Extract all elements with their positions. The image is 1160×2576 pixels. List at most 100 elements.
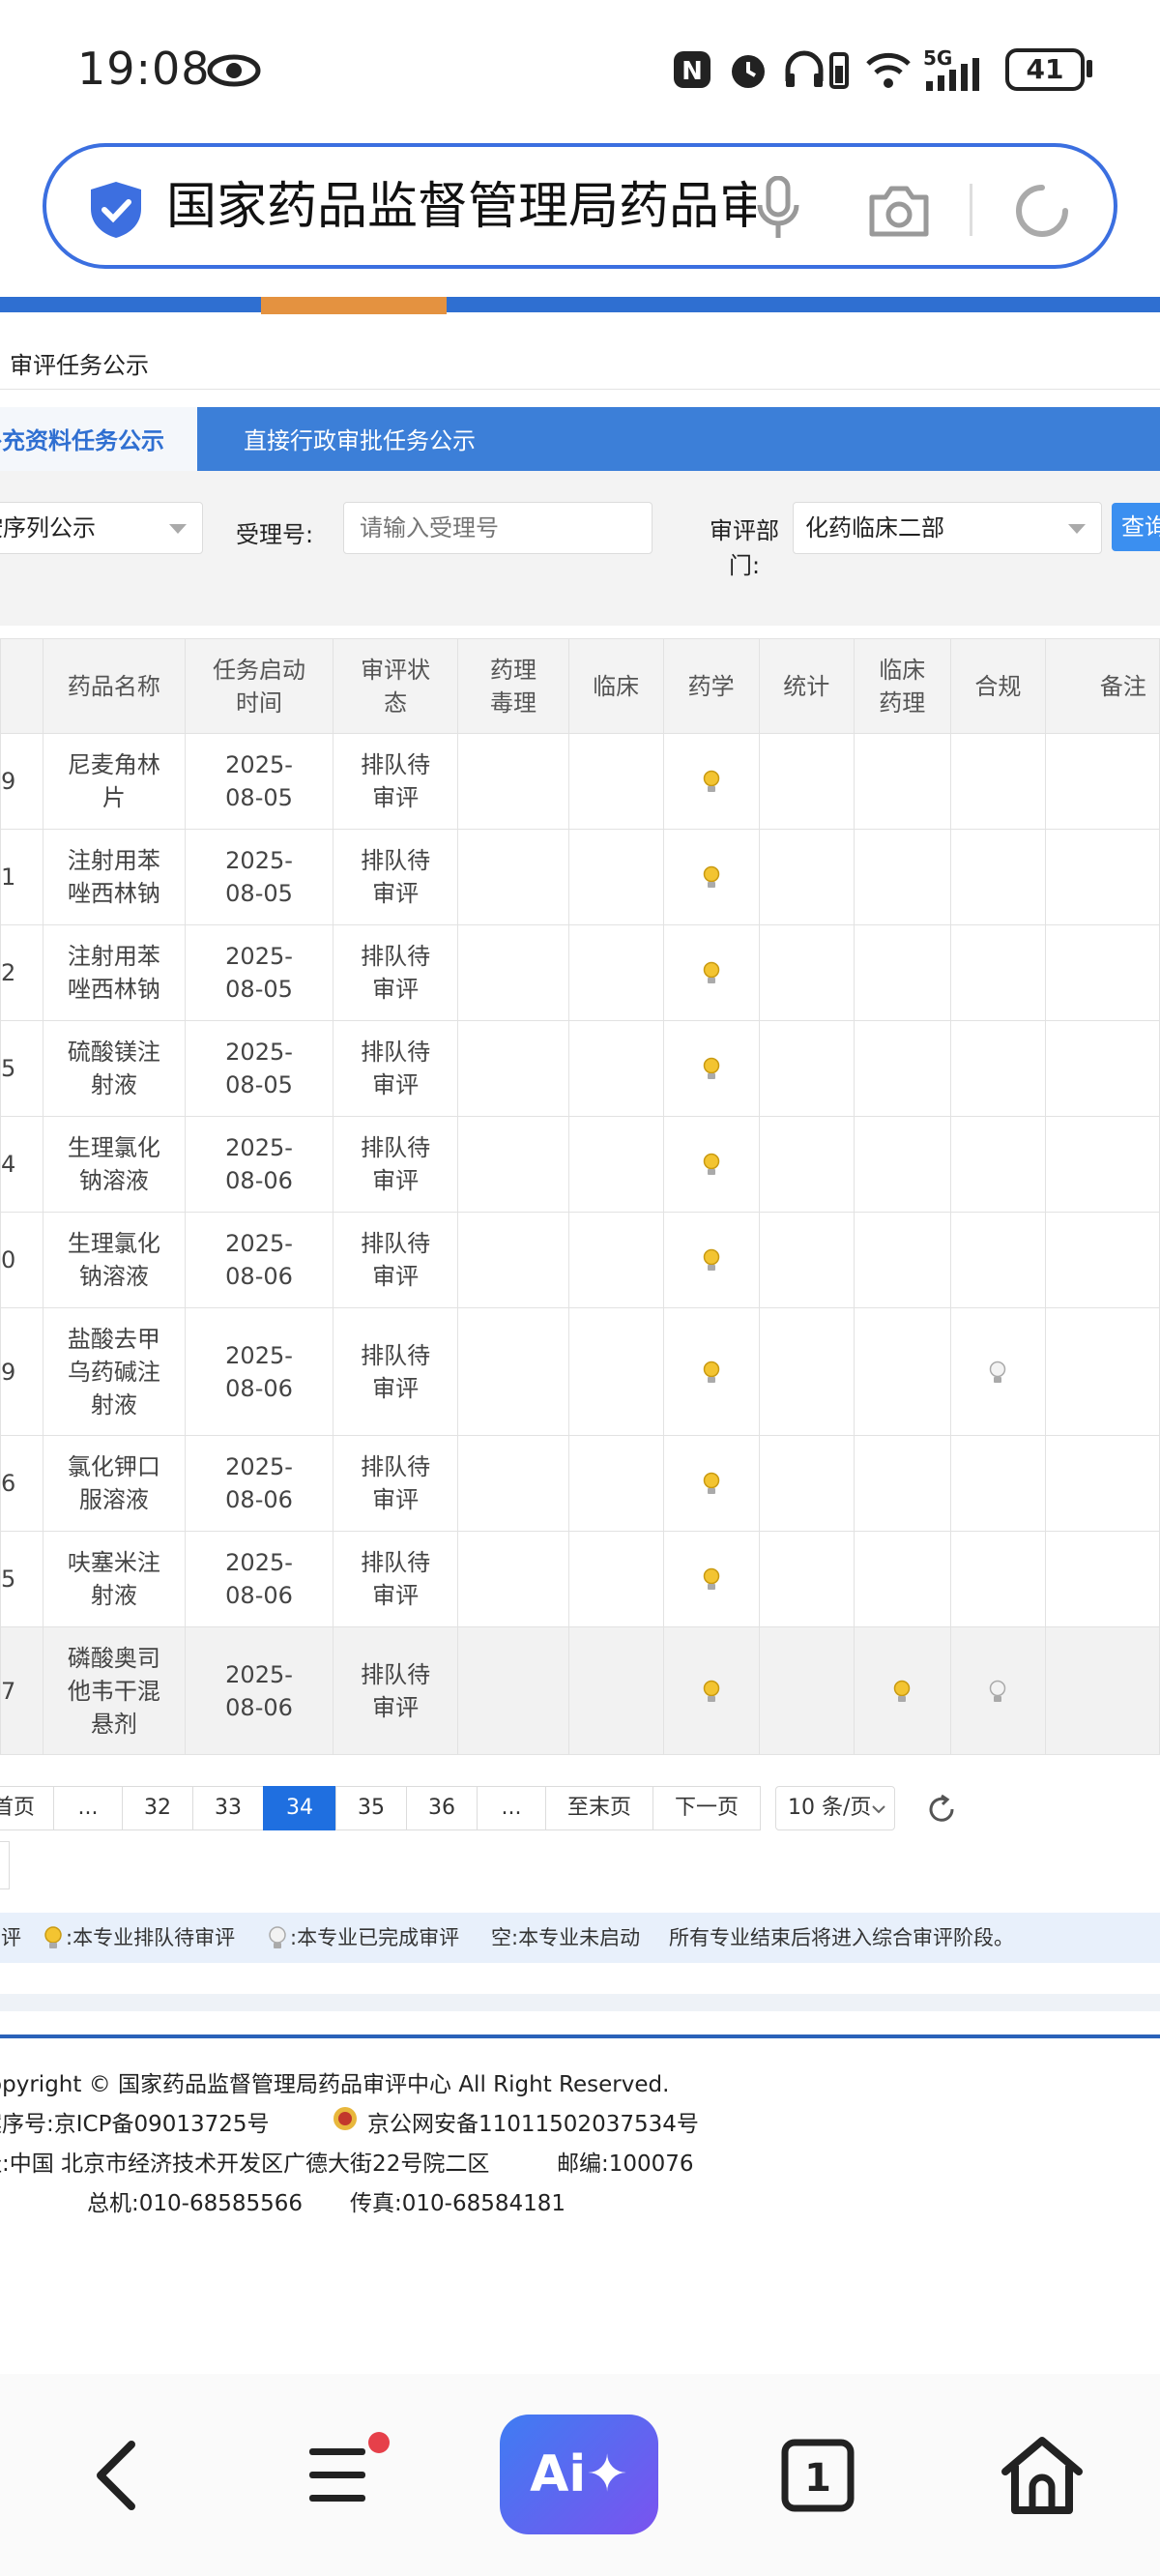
cell-status: 排队待 审评 [332, 1116, 459, 1213]
cell-index: 5 [0, 1020, 44, 1117]
cell-drug-name: 生理氯化 钠溶液 [42, 1116, 187, 1213]
site-header-bar [0, 297, 1160, 312]
footer-police[interactable]: 京公网安备11011502037534号 [367, 2105, 699, 2138]
tab-supplement-tasks[interactable]: 补充资料任务公示 [0, 407, 197, 471]
pager-next[interactable]: 下一页 [652, 1786, 761, 1830]
cell-compliance [949, 1435, 1046, 1532]
cell-drug-name: 氯化钾口 服溶液 [42, 1435, 187, 1532]
eye-icon [207, 54, 261, 87]
query-button[interactable]: 查询 [1112, 503, 1160, 551]
sequence-select[interactable]: 按序列公示 [0, 502, 203, 554]
cell-drug-name: 磷酸奥司 他韦干混 悬剂 [42, 1626, 187, 1755]
battery-icon: 41 [1005, 48, 1085, 91]
dept-label-line1: 审评部 [710, 517, 779, 544]
nfc-icon: N [674, 51, 710, 88]
cell-index: 6 [0, 1435, 44, 1532]
table-row[interactable]: 2 注射用苯 唑西林钠 2025- 08-05 排队待 审评 [0, 924, 1160, 1021]
pager-ellipsis[interactable]: ... [477, 1786, 546, 1830]
microphone-icon[interactable] [754, 176, 802, 242]
accept-no-input[interactable] [343, 502, 652, 554]
legend-queue: :本专业排队待审评 [66, 1926, 236, 1949]
cell-compliance [949, 1531, 1046, 1627]
shield-icon [91, 182, 141, 238]
ai-assistant-button[interactable]: Ai✦ [500, 2415, 658, 2534]
address-text[interactable]: 国家药品监督管理局药品审评中心 [166, 176, 756, 238]
cell-clinical-pharmacology [853, 829, 951, 925]
pager-page[interactable]: 35 [335, 1786, 407, 1830]
cell-pharmacy [662, 1531, 760, 1627]
cell-statistics [758, 733, 855, 830]
table-row[interactable]: 7 磷酸奥司 他韦干混 悬剂 2025- 08-06 排队待 审评 [0, 1626, 1160, 1755]
pager-page[interactable]: 32 [122, 1786, 193, 1830]
cell-remark [1044, 1435, 1160, 1532]
cell-drug-name: 硫酸镁注 射液 [42, 1020, 187, 1117]
col-header-drug-name: 药品名称 [42, 638, 187, 734]
table-row[interactable]: 9 盐酸去甲 乌药碱注 射液 2025- 08-06 排队待 审评 [0, 1307, 1160, 1436]
dept-select[interactable]: 化药临床二部 [793, 502, 1102, 554]
table-row[interactable]: 1 注射用苯 唑西林钠 2025- 08-05 排队待 审评 [0, 829, 1160, 925]
legend-lead: 审评 [0, 1926, 21, 1949]
cell-clinical [567, 1435, 664, 1532]
col-header-start-time: 任务启动 时间 [185, 638, 334, 734]
svg-text:N: N [682, 57, 703, 86]
bulb-on-icon [703, 1567, 719, 1590]
cell-start-date: 2025- 08-05 [185, 733, 334, 830]
table-row[interactable]: 5 硫酸镁注 射液 2025- 08-05 排队待 审评 [0, 1020, 1160, 1117]
cell-status: 排队待 审评 [332, 1435, 459, 1532]
cell-compliance [949, 924, 1046, 1021]
reload-icon[interactable] [1011, 180, 1073, 242]
table-row[interactable]: 0 生理氯化 钠溶液 2025- 08-06 排队待 审评 [0, 1212, 1160, 1308]
tab-direct-approval[interactable]: 直接行政审批任务公示 [244, 407, 476, 471]
bulb-on-icon [703, 770, 719, 792]
alarm-icon [732, 55, 765, 88]
cell-clinical-pharmacology [853, 1116, 951, 1213]
divider [0, 389, 1160, 390]
cell-pharmacy [662, 1307, 760, 1436]
jump-page-input[interactable] [0, 1841, 10, 1889]
cell-clinical-pharmacology [853, 1212, 951, 1308]
cell-pharmacy [662, 1116, 760, 1213]
cell-start-date: 2025- 08-06 [185, 1435, 334, 1532]
pager-first-label: 首页 [0, 1796, 35, 1820]
dept-select-value: 化药临床二部 [805, 514, 944, 542]
cell-index: 5 [0, 1531, 44, 1627]
page-size-select[interactable]: 10 条/页 [775, 1786, 895, 1830]
cell-clinical-pharmacology [853, 733, 951, 830]
signal-icon [926, 58, 979, 91]
cell-pharmacy [662, 1435, 760, 1532]
cell-pharmacy [662, 829, 760, 925]
cell-toxicology [457, 1307, 569, 1436]
tabs-count-icon[interactable]: 1 [779, 2437, 856, 2514]
cell-clinical-pharmacology [853, 1307, 951, 1436]
cell-clinical [567, 1116, 664, 1213]
pager-first[interactable]: 首页 [0, 1786, 54, 1830]
table-row[interactable]: 4 生理氯化 钠溶液 2025- 08-06 排队待 审评 [0, 1116, 1160, 1213]
cell-clinical [567, 1626, 664, 1755]
pager-page-current[interactable]: 34 [263, 1786, 336, 1830]
table-row[interactable]: 6 氯化钾口 服溶液 2025- 08-06 排队待 审评 [0, 1435, 1160, 1532]
camera-icon[interactable] [866, 184, 932, 238]
cell-status: 排队待 审评 [332, 1307, 459, 1436]
cell-clinical [567, 924, 664, 1021]
table-row[interactable]: 5 呋塞米注 射液 2025- 08-06 排队待 审评 [0, 1531, 1160, 1627]
home-icon[interactable] [998, 2433, 1087, 2518]
cell-pharmacy [662, 1020, 760, 1117]
footer-icp[interactable]: 备案序号:京ICP备09013725号 [0, 2105, 270, 2138]
cell-status: 排队待 审评 [332, 1020, 459, 1117]
cell-statistics [758, 829, 855, 925]
footer-fax: 传真:010-68584181 [350, 2191, 566, 2216]
pager-page[interactable]: 36 [406, 1786, 478, 1830]
table-row[interactable]: 9 尼麦角林 片 2025- 08-05 排队待 审评 [0, 733, 1160, 830]
back-icon[interactable] [89, 2439, 143, 2512]
cell-index: 4 [0, 1116, 44, 1213]
address-bar[interactable]: 国家药品监督管理局药品审评中心 [43, 143, 1117, 269]
pager-page[interactable]: 33 [192, 1786, 264, 1830]
col-header-compliance: 合规 [949, 638, 1046, 734]
cell-pharmacy [662, 1626, 760, 1755]
pager-last[interactable]: 至末页 [545, 1786, 653, 1830]
refresh-icon[interactable] [926, 1794, 957, 1825]
bulb-off-icon [269, 1926, 286, 1948]
status-time: 19:08 [77, 43, 211, 95]
pager-ellipsis[interactable]: ... [53, 1786, 123, 1830]
menu-icon[interactable] [305, 2431, 392, 2514]
